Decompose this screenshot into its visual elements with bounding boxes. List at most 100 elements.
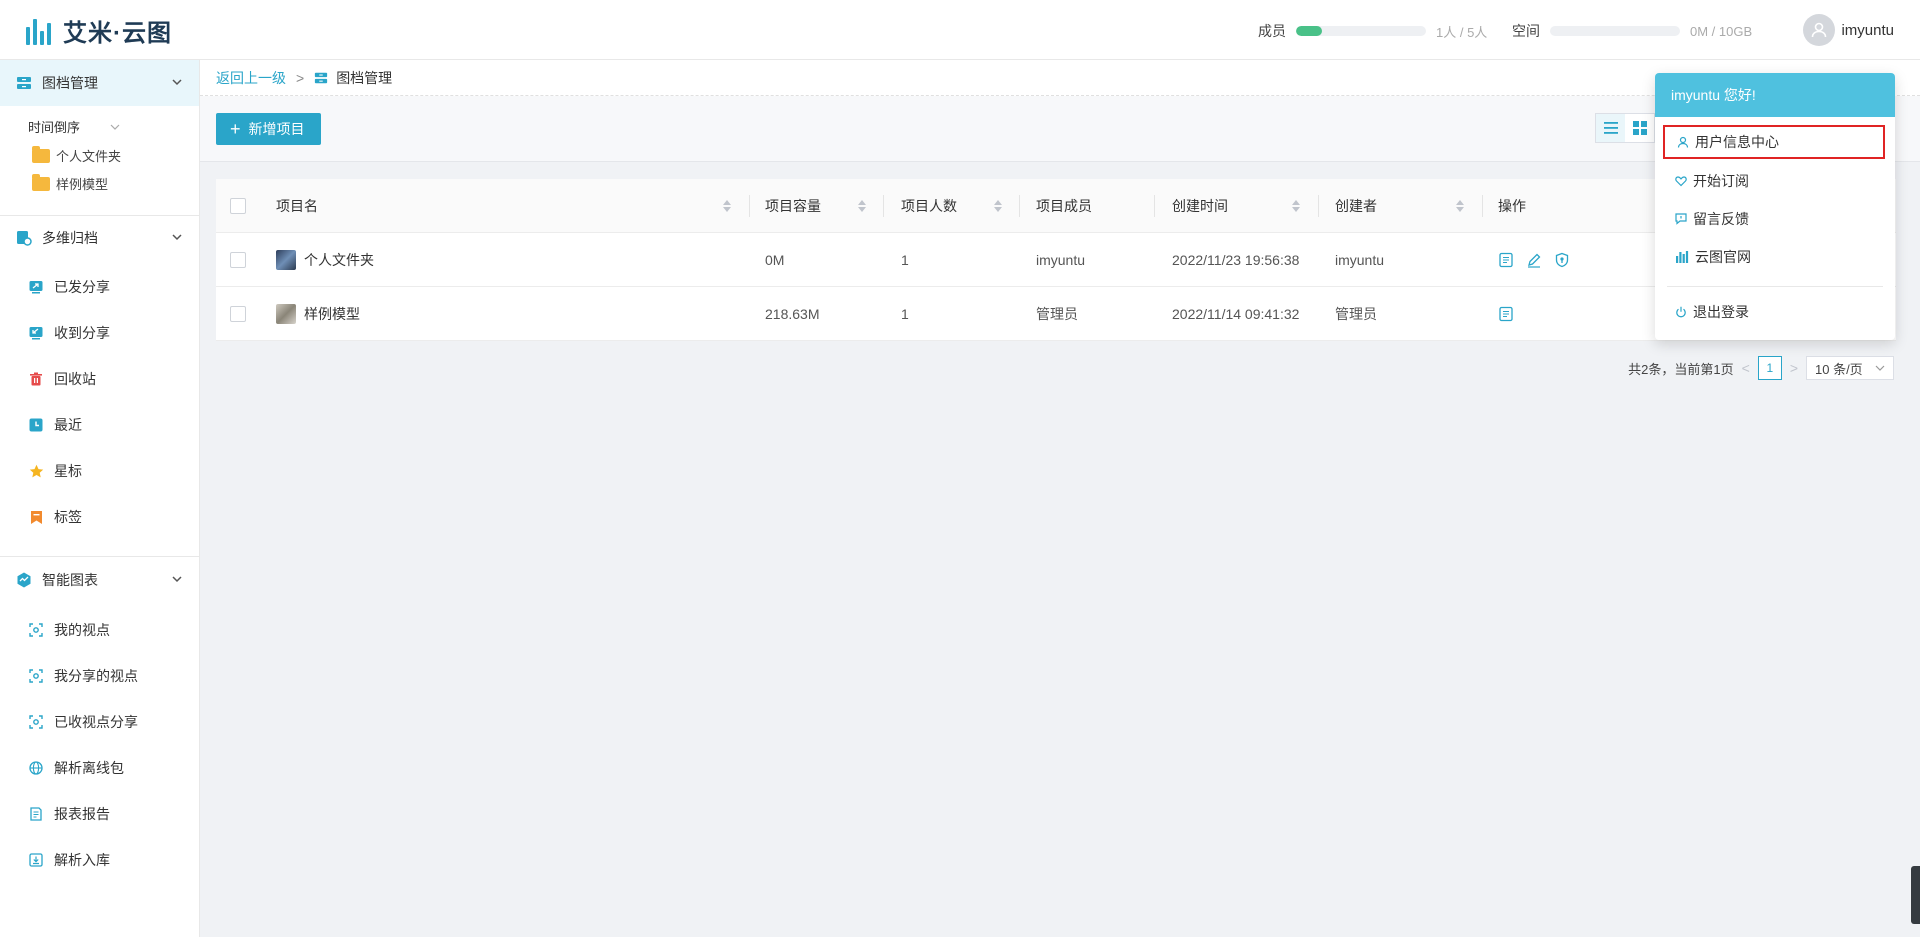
permission-shield-icon[interactable] — [1554, 252, 1570, 268]
page-size-value: 10 条/页 — [1815, 361, 1863, 377]
sidebar-section-smart-charts[interactable]: 智能图表 — [0, 557, 199, 603]
breadcrumb-back-link[interactable]: 返回上一级 — [216, 68, 286, 88]
menu-item-subscribe[interactable]: 开始订阅 — [1663, 164, 1885, 198]
logo-bars-icon — [26, 17, 51, 45]
project-name: 个人文件夹 — [304, 252, 374, 268]
row-checkbox[interactable] — [230, 233, 246, 287]
table-row[interactable]: 样例模型 218.63M 1 管理员 2022/11/14 09:41:32 管… — [216, 287, 1896, 341]
sidebar-section-archive-management[interactable]: 图档管理 — [0, 60, 199, 106]
sidebar-item-import[interactable]: 解析入库 — [28, 848, 110, 872]
sidebar-item-label: 已发分享 — [54, 279, 110, 295]
viewpoint-icon — [28, 622, 44, 638]
logo-text: 艾米·云图 — [63, 20, 172, 47]
user-menu-trigger[interactable]: imyuntu — [1803, 14, 1894, 46]
tree-folder-personal[interactable]: 个人文件夹 — [32, 145, 121, 165]
sidebar-item-starred[interactable]: 星标 — [28, 459, 82, 483]
sidebar-item-offline-package[interactable]: 解析离线包 — [28, 756, 124, 780]
project-name-cell[interactable]: 个人文件夹 — [276, 233, 374, 287]
share-out-icon — [28, 279, 44, 295]
column-header-size[interactable]: 项目容量 — [765, 179, 821, 233]
edit-icon[interactable] — [1526, 252, 1542, 268]
menu-item-website[interactable]: 云图官网 — [1663, 240, 1885, 274]
detail-icon[interactable] — [1498, 252, 1514, 268]
column-divider — [1482, 195, 1483, 217]
page-number-button[interactable]: 1 — [1757, 356, 1782, 380]
sidebar-item-label: 我分享的视点 — [54, 668, 138, 684]
members-value: 1人 / 5人 — [1436, 24, 1488, 40]
sidebar-item-sent-shares[interactable]: 已发分享 — [28, 275, 110, 299]
tree-sort-select[interactable]: 时间倒序 — [28, 117, 120, 136]
smart-chart-icon — [16, 572, 32, 588]
chevron-down-icon — [110, 124, 120, 130]
sidebar-item-received-shares[interactable]: 收到分享 — [28, 321, 110, 345]
tree-sort-label: 时间倒序 — [28, 120, 81, 135]
list-view-icon — [1603, 122, 1618, 134]
sort-icon[interactable] — [994, 199, 1002, 213]
viewpoint-icon — [28, 714, 44, 730]
username[interactable]: imyuntu — [1841, 22, 1894, 39]
menu-item-logout[interactable]: 退出登录 — [1663, 295, 1885, 329]
sort-icon[interactable] — [858, 199, 866, 213]
project-members: imyuntu — [1036, 252, 1086, 268]
column-header-creator[interactable]: 创建者 — [1335, 179, 1377, 233]
sidebar-item-label: 最近 — [54, 417, 82, 433]
report-icon — [28, 806, 44, 822]
sidebar-item-reports[interactable]: 报表报告 — [28, 802, 110, 826]
prev-page-button[interactable]: < — [1742, 360, 1750, 376]
sidebar-item-tags[interactable]: 标签 — [28, 505, 82, 529]
table-row[interactable]: 个人文件夹 0M 1 imyuntu 2022/11/23 19:56:38 i… — [216, 233, 1896, 287]
chevron-down-icon — [172, 79, 182, 86]
chevron-down-icon — [1875, 365, 1885, 371]
sidebar-section-label: 智能图表 — [42, 572, 98, 588]
page-size-select[interactable]: 10 条/页 — [1806, 356, 1894, 380]
project-created: 2022/11/14 09:41:32 — [1172, 306, 1300, 322]
sort-icon[interactable] — [1292, 199, 1300, 213]
detail-icon[interactable] — [1498, 306, 1514, 322]
sidebar-item-shared-viewpoints[interactable]: 我分享的视点 — [28, 664, 138, 688]
project-name-cell[interactable]: 样例模型 — [276, 287, 360, 341]
chevron-down-icon — [172, 576, 182, 583]
column-header-name[interactable]: 项目名 — [276, 179, 318, 233]
sidebar-item-label: 星标 — [54, 463, 82, 479]
space-progress-bar — [1550, 26, 1680, 36]
globe-icon — [28, 760, 44, 776]
list-view-button[interactable] — [1596, 114, 1625, 142]
floating-side-widget[interactable] — [1911, 866, 1920, 924]
sort-icon[interactable] — [723, 199, 731, 213]
sidebar-item-received-viewpoints[interactable]: 已收视点分享 — [28, 710, 138, 734]
row-checkbox[interactable] — [230, 287, 246, 341]
sidebar-item-label: 报表报告 — [54, 806, 110, 822]
project-size: 0M — [765, 252, 785, 268]
sidebar-item-recent[interactable]: 最近 — [28, 413, 82, 437]
import-icon — [28, 852, 44, 868]
sidebar-section-label: 图档管理 — [42, 75, 98, 91]
column-header-actions: 操作 — [1498, 198, 1526, 214]
user-dropdown-menu: imyuntu 您好! 用户信息中心 开始订阅 留言反馈 云图官网 退出登录 — [1655, 73, 1895, 340]
avatar[interactable] — [1803, 14, 1836, 46]
column-header-created[interactable]: 创建时间 — [1172, 179, 1228, 233]
select-all-checkbox[interactable] — [230, 179, 246, 233]
sort-icon[interactable] — [1456, 199, 1464, 213]
grid-view-button[interactable] — [1625, 114, 1654, 142]
sidebar-item-my-viewpoints[interactable]: 我的视点 — [28, 618, 110, 642]
archive-icon — [314, 71, 328, 85]
members-quota: 成员 1人 / 5人 — [1258, 21, 1487, 41]
menu-item-feedback[interactable]: 留言反馈 — [1663, 202, 1885, 236]
project-created: 2022/11/23 19:56:38 — [1172, 252, 1300, 268]
menu-item-label: 开始订阅 — [1693, 173, 1749, 189]
next-page-button[interactable]: > — [1790, 360, 1798, 376]
sidebar-item-recycle-bin[interactable]: 回收站 — [28, 367, 96, 391]
multidim-archive-icon — [16, 230, 32, 246]
sidebar-item-label: 解析离线包 — [54, 760, 124, 776]
column-divider — [1154, 195, 1155, 217]
user-greeting: imyuntu 您好! — [1655, 73, 1895, 117]
tree-folder-sample[interactable]: 样例模型 — [32, 173, 108, 193]
add-project-button[interactable]: + 新增项目 — [216, 113, 321, 145]
sidebar-section-multidim-archive[interactable]: 多维归档 — [0, 215, 199, 261]
power-icon — [1676, 306, 1686, 318]
menu-item-user-center[interactable]: 用户信息中心 — [1663, 125, 1885, 159]
row-actions — [1498, 287, 1514, 341]
app-logo[interactable]: 艾米·云图 — [26, 13, 172, 48]
column-header-count[interactable]: 项目人数 — [901, 179, 957, 233]
project-creator: 管理员 — [1335, 306, 1377, 322]
